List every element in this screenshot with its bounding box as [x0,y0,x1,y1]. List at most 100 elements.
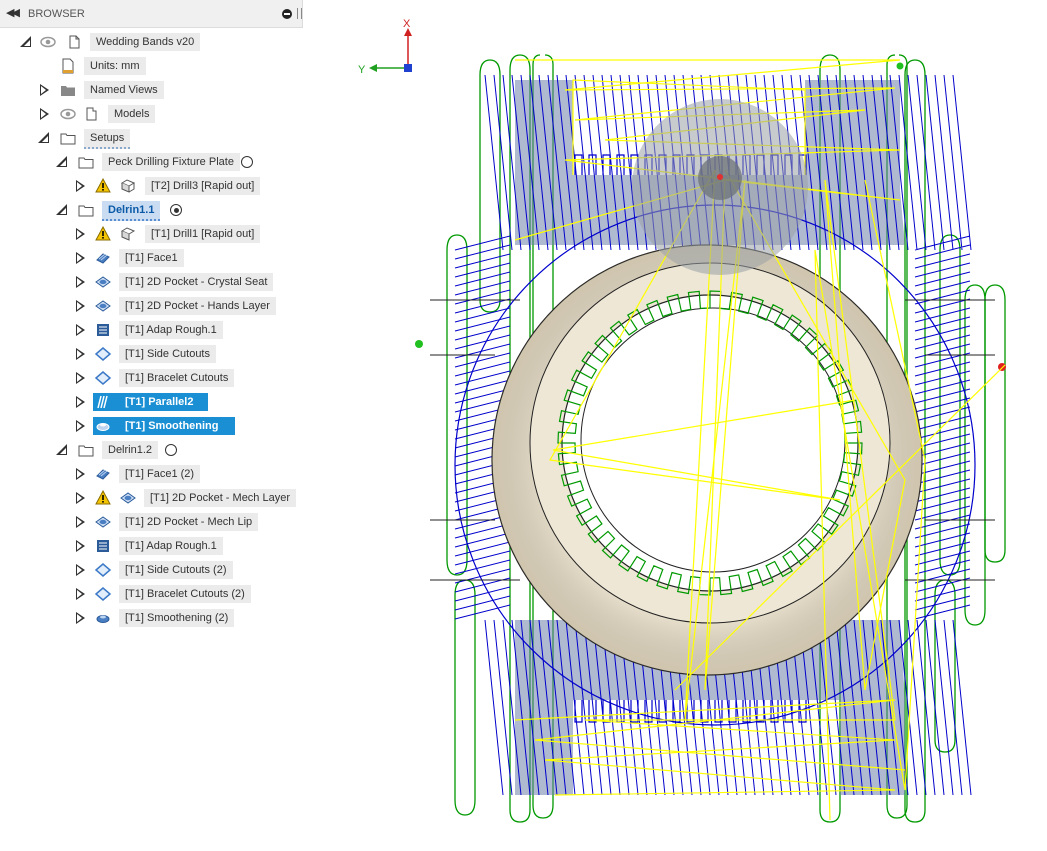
browser-title: BROWSER [28,8,85,20]
collapsed-arrow-icon[interactable] [76,612,85,624]
collapsed-arrow-icon[interactable] [76,516,85,528]
collapsed-arrow-icon[interactable] [76,372,85,384]
browser-panel: ◀◀ BROWSER Wedding Bands v20 Units: mm N… [0,0,305,851]
expanded-arrow-icon[interactable] [20,36,31,47]
operation-row[interactable]: [T1] Face1 (2) [0,463,305,485]
models-node[interactable]: Models [0,103,305,125]
contour-icon [95,371,111,385]
collapsed-arrow-icon[interactable] [76,468,85,480]
setup-icon [78,445,94,457]
named-views-node[interactable]: Named Views [0,79,305,101]
collapsed-arrow-icon[interactable] [76,300,85,312]
operation-row[interactable]: [T1] Face1 [0,247,305,269]
operation-label: [T1] Side Cutouts [119,345,216,363]
operation-row[interactable]: [T1] Adap Rough.1 [0,319,305,341]
eye-icon[interactable] [40,34,56,50]
drill-icon [120,179,136,193]
operation-label: [T1] Bracelet Cutouts (2) [119,585,251,603]
collapsed-arrow-icon[interactable] [76,540,85,552]
units-document-icon [62,58,74,74]
collapsed-arrow-icon[interactable] [76,420,85,432]
collapsed-arrow-icon[interactable] [76,324,85,336]
operation-row[interactable]: [T1] Smoothening (2) [0,607,305,629]
operation-row[interactable]: [T1] 2D Pocket - Hands Layer [0,295,305,317]
expanded-arrow-icon[interactable] [56,444,67,455]
operation-label: [T2] Drill3 [Rapid out] [145,177,261,195]
operation-row[interactable]: [T1] Side Cutouts [0,343,305,365]
collapsed-arrow-icon[interactable] [76,564,85,576]
folder-icon [61,86,75,96]
contour-icon [95,563,111,577]
operation-label: [T1] 2D Pocket - Hands Layer [119,297,276,315]
operation-row-selected[interactable]: [T1] Smoothening [0,415,305,437]
face-icon [96,469,110,480]
collapsed-arrow-icon[interactable] [40,84,49,96]
units-node[interactable]: Units: mm [0,55,305,77]
operation-label: [T1] Adap Rough.1 [119,537,223,555]
setup-delrin1-2[interactable]: Delrin1.2 [0,439,305,461]
tree-root[interactable]: Wedding Bands v20 [0,31,305,53]
operation-label: [T1] Side Cutouts (2) [119,561,233,579]
setups-label: Setups [84,129,131,149]
operation-row[interactable]: [T1] Bracelet Cutouts [0,367,305,389]
operation-row[interactable]: [T1] 2D Pocket - Mech Lip [0,511,305,533]
browser-header: ◀◀ BROWSER [0,0,303,28]
operation-row[interactable]: [T1] Drill1 [Rapid out] [0,223,305,245]
x-axis-label: X [403,18,411,30]
smoothening-icon [96,423,110,431]
operation-label: [T1] Smoothening (2) [119,609,235,627]
operation-label: [T1] Face1 [119,249,184,267]
collapse-panel-icon[interactable]: ◀◀ [6,6,20,19]
operation-label: [T1] Bracelet Cutouts [119,369,235,387]
drill-icon [120,227,136,241]
operation-row-selected[interactable]: [T1] Parallel2 [0,391,305,413]
collapsed-arrow-icon[interactable] [76,180,85,192]
parallel-icon [97,395,108,409]
adaptive-icon [97,540,109,552]
collapsed-arrow-icon[interactable] [76,588,85,600]
setup-label: Peck Drilling Fixture Plate [102,153,240,171]
expanded-arrow-icon[interactable] [56,204,67,215]
adaptive-icon [97,324,109,336]
operation-label: [T1] 2D Pocket - Mech Lip [119,513,259,531]
active-setup-radio[interactable] [241,156,253,168]
operation-label: [T1] Drill1 [Rapid out] [145,225,261,243]
collapsed-arrow-icon[interactable] [76,348,85,360]
smoothening-icon [96,615,110,623]
waypoint-marker [896,62,904,70]
document-icon [69,35,80,49]
active-setup-radio[interactable] [170,204,182,216]
operation-row[interactable]: [T1] 2D Pocket - Crystal Seat [0,271,305,293]
expanded-arrow-icon[interactable] [56,156,67,167]
operation-row[interactable]: [T1] Side Cutouts (2) [0,559,305,581]
operation-label: [T1] Face1 (2) [119,465,201,483]
operation-label: [T1] 2D Pocket - Mech Layer [144,489,296,507]
tree-root-label: Wedding Bands v20 [90,33,201,51]
active-setup-radio[interactable] [165,444,177,456]
collapsed-arrow-icon[interactable] [76,252,85,264]
y-axis-label: Y [358,64,366,76]
pocket-icon [95,276,111,288]
operation-row[interactable]: [T1] Bracelet Cutouts (2) [0,583,305,605]
contour-icon [95,587,111,601]
setup-delrin1-1[interactable]: Delrin1.1 [0,199,305,221]
model-viewport[interactable]: X Y [305,0,1047,851]
collapsed-arrow-icon[interactable] [76,228,85,240]
operation-row[interactable]: [T1] Adap Rough.1 [0,535,305,557]
resize-grip-icon[interactable] [297,8,302,19]
operation-row[interactable]: [T1] 2D Pocket - Mech Layer [0,487,305,509]
operation-row[interactable]: [T2] Drill3 [Rapid out] [0,175,305,197]
setups-node[interactable]: Setups [0,127,305,149]
minimize-icon[interactable] [282,9,292,19]
expanded-arrow-icon[interactable] [38,132,49,143]
collapsed-arrow-icon[interactable] [40,108,49,120]
setups-folder-icon [60,133,76,145]
setup-icon [78,205,94,217]
eye-icon[interactable] [60,106,76,122]
collapsed-arrow-icon[interactable] [76,276,85,288]
collapsed-arrow-icon[interactable] [76,492,85,504]
setup-icon [78,157,94,169]
operation-label: [T1] Smoothening [119,417,225,435]
setup-peck-drilling[interactable]: Peck Drilling Fixture Plate [0,151,305,173]
collapsed-arrow-icon[interactable] [76,396,85,408]
